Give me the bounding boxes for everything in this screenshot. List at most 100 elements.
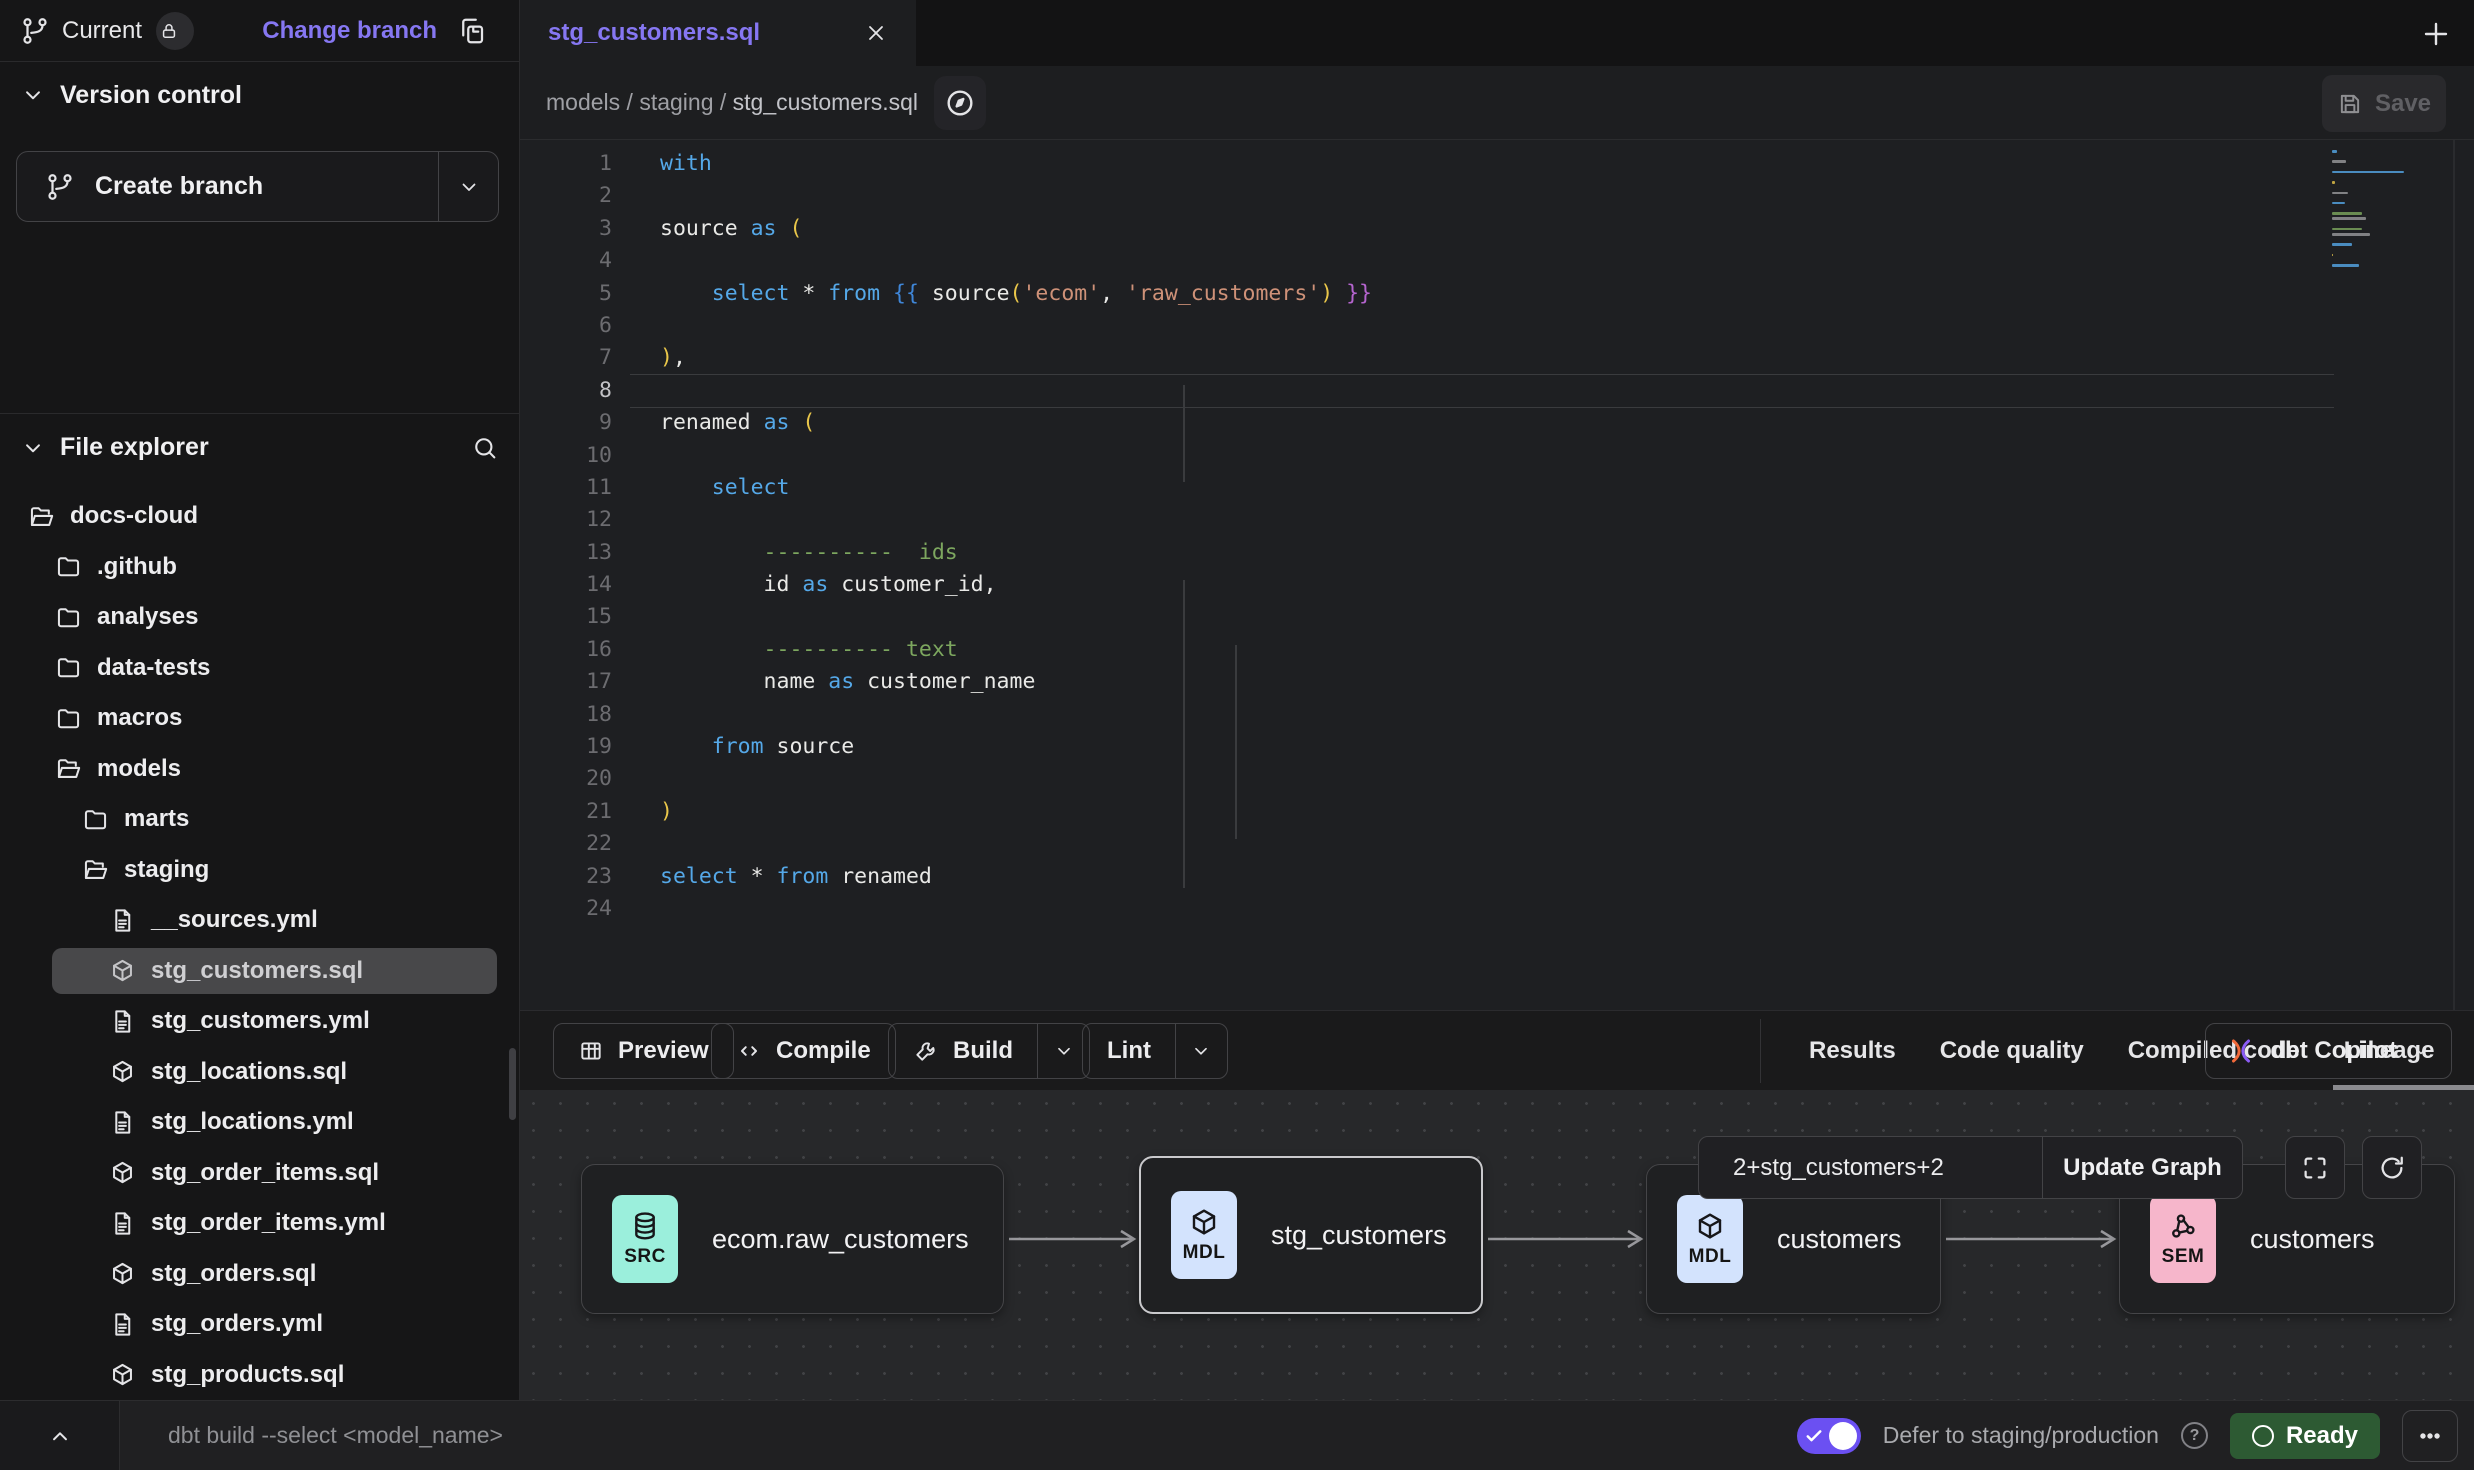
file-explorer-header[interactable]: File explorer [0,413,519,481]
copy-icon[interactable] [457,16,487,46]
panel-tab-results[interactable]: Results [1809,1037,1896,1065]
lineage-canvas[interactable]: SRCecom.raw_customers MDLstg_customersMDL… [520,1090,2474,1400]
lint-dropdown[interactable] [1175,1024,1227,1078]
editor-scrollbar-gutter [2453,140,2455,1010]
line-number: 5 [520,278,612,310]
new-tab-icon[interactable] [2420,18,2452,50]
tree-item-staging[interactable]: staging [0,845,519,896]
breadcrumb-segment[interactable]: stg_customers.sql [733,89,918,115]
code-text [612,504,660,536]
node-badge-label: MDL [1183,1242,1226,1264]
minimap-line [2332,192,2348,195]
code-text [612,763,660,795]
tree-item-stg-customers-yml[interactable]: stg_customers.yml [0,996,519,1047]
lint-button[interactable]: Lint [1082,1023,1228,1079]
minimap-line [2332,228,2362,231]
token: customer_id, [828,572,996,597]
code-line-5: 5 select * from {{ source('ecom', 'raw_c… [520,278,2474,310]
search-icon[interactable] [471,434,499,462]
lineage-selector-input[interactable]: 2+stg_customers+2 [1699,1137,2042,1198]
create-branch-dropdown[interactable] [438,152,498,221]
line-number: 24 [520,893,612,925]
tree-item-stg-customers-sql[interactable]: stg_customers.sql [0,946,519,997]
save-button[interactable]: Save [2322,75,2446,132]
tree-item-data-tests[interactable]: data-tests [0,643,519,694]
minimap-line [2332,269,2412,272]
dbt-copilot-button[interactable]: dbt Copilot [2205,1023,2452,1079]
tree-item-label: staging [124,856,209,884]
fullscreen-button[interactable] [2285,1136,2345,1199]
git-branch-icon [45,172,75,202]
command-input[interactable]: dbt build --select <model_name> [168,1401,503,1470]
build-button[interactable]: Build [888,1023,1090,1079]
command-bar-collapse[interactable] [0,1401,120,1470]
tree-item-analyses[interactable]: analyses [0,592,519,643]
tree-item-models[interactable]: models [0,744,519,795]
tree-item--github[interactable]: .github [0,542,519,593]
sidebar-scrollbar[interactable] [509,1048,516,1120]
current-line-highlight [630,374,2334,408]
tree-item-marts[interactable]: marts [0,794,519,845]
ready-status-button[interactable]: Ready [2230,1413,2380,1459]
line-number: 16 [520,634,612,666]
model-cube-icon [109,1159,136,1186]
code-text: source as ( [612,213,802,245]
preview-button[interactable]: Preview [553,1023,734,1079]
lineage-compass-button[interactable] [934,76,986,130]
minimap[interactable] [2332,150,2412,275]
create-branch-label: Create branch [95,172,263,201]
token: as [751,216,777,241]
node-badge-label: SEM [2162,1246,2205,1268]
code-text [612,699,660,731]
tree-item-stg-order-items-yml[interactable]: stg_order_items.yml [0,1198,519,1249]
lineage-node-ecom-raw-customers-src[interactable]: SRCecom.raw_customers [581,1164,1004,1314]
node-label: customers [2250,1224,2375,1255]
refresh-button[interactable] [2362,1136,2422,1199]
close-icon[interactable] [864,21,888,45]
lock-icon [159,21,179,41]
help-icon[interactable]: ? [2181,1422,2208,1449]
tree-item-label: analyses [97,603,198,631]
minimap-line [2332,181,2335,184]
tree-item-macros[interactable]: macros [0,693,519,744]
file-icon [109,1210,136,1237]
breadcrumb-segment[interactable]: models [546,89,620,115]
semantic-icon [2167,1210,2199,1242]
node-badge-src: SRC [612,1195,678,1283]
compile-button[interactable]: Compile [711,1023,896,1079]
tab-stg-customers[interactable]: stg_customers.sql [520,0,916,66]
minimap-line [2332,243,2352,246]
line-number: 2 [520,180,612,212]
version-control-header[interactable]: Version control [0,62,519,128]
code-editor[interactable]: 1with23source as (45 select * from {{ so… [520,140,2474,1010]
tree-item-stg-orders-sql[interactable]: stg_orders.sql [0,1249,519,1300]
token: select [660,475,789,500]
code-text: ---------- text [612,634,958,666]
tree-item-docs-cloud[interactable]: docs-cloud [0,491,519,542]
breadcrumb-segment[interactable]: staging [639,89,713,115]
code-line-18: 18 [520,699,2474,731]
create-branch-button[interactable]: Create branch [16,151,499,222]
change-branch-link[interactable]: Change branch [262,17,437,45]
tree-item-label: models [97,755,181,783]
panel-tab-code-quality[interactable]: Code quality [1940,1037,2084,1065]
tree-item-stg-locations-yml[interactable]: stg_locations.yml [0,1097,519,1148]
file-icon [109,1109,136,1136]
lineage-node-stg-customers-mdl[interactable]: MDLstg_customers [1139,1156,1483,1314]
tree-item--sources-yml[interactable]: __sources.yml [0,895,519,946]
update-graph-button[interactable]: Update Graph [2042,1137,2242,1198]
code-line-23: 23select * from renamed [520,861,2474,893]
tree-item-stg-products-sql[interactable]: stg_products.sql [0,1350,519,1401]
tree-item-label: stg_order_items.yml [151,1209,386,1237]
code-text [612,310,660,342]
defer-toggle[interactable] [1797,1418,1861,1454]
tree-item-stg-orders-yml[interactable]: stg_orders.yml [0,1299,519,1350]
tree-item-stg-order-items-sql[interactable]: stg_order_items.sql [0,1148,519,1199]
tree-item-stg-locations-sql[interactable]: stg_locations.sql [0,1047,519,1098]
node-badge-sem: SEM [2150,1195,2216,1283]
tree-item-label: stg_customers.sql [151,957,363,985]
create-branch-main[interactable]: Create branch [17,152,438,221]
more-options-button[interactable] [2402,1410,2458,1462]
file-icon [109,907,136,934]
defer-label: Defer to staging/production [1883,1422,2159,1449]
